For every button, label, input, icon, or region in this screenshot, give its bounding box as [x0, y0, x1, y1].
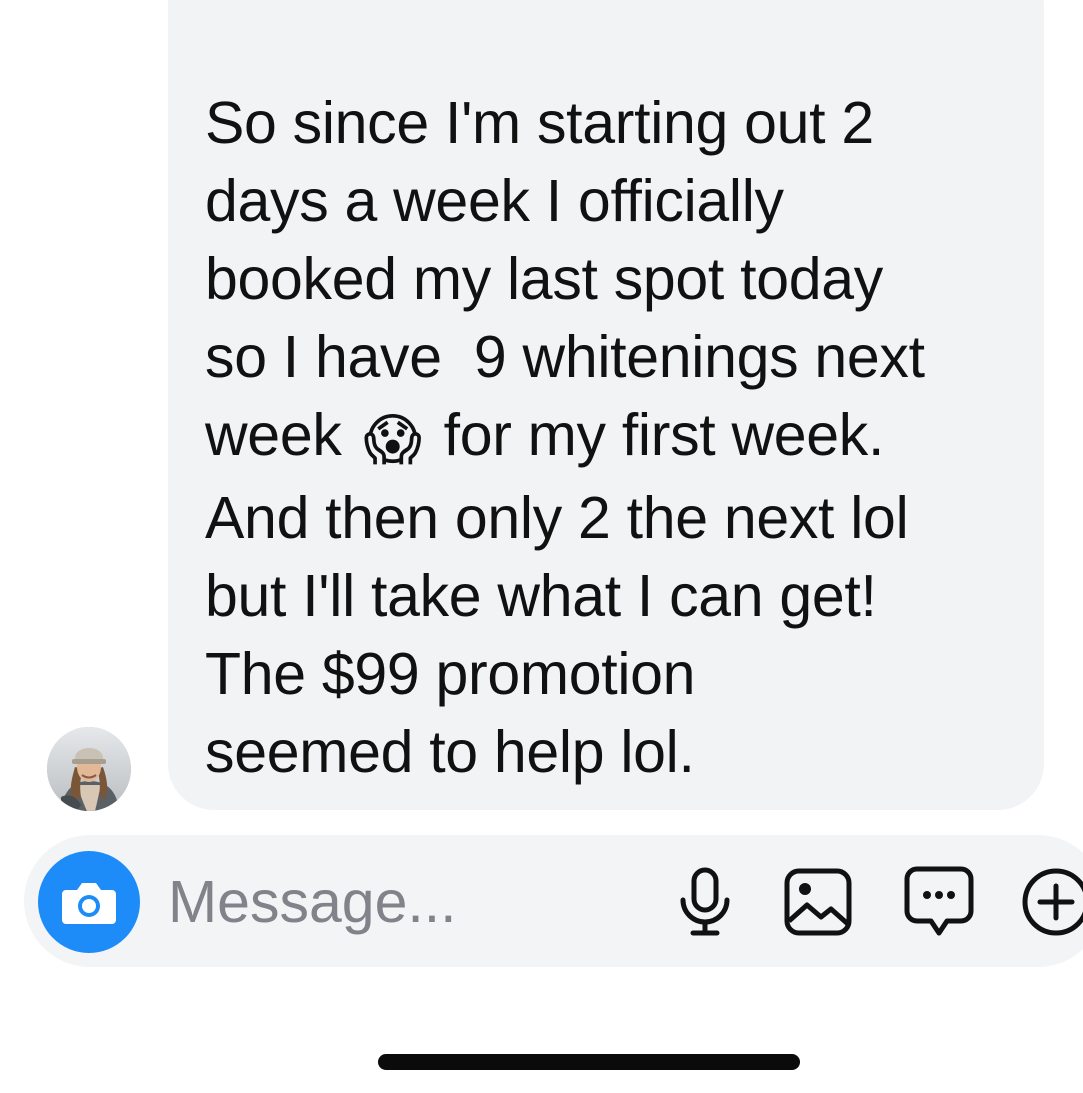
message-line: The $99 promotion: [205, 641, 696, 707]
message-line: And then only 2 the next lol: [205, 485, 909, 551]
avatar[interactable]: [47, 727, 131, 811]
voice-message-button[interactable]: [672, 866, 738, 938]
plus-circle-icon: [1022, 868, 1083, 936]
gallery-button[interactable]: [782, 866, 854, 938]
add-button[interactable]: [1018, 866, 1083, 938]
microphone-icon: [680, 867, 730, 936]
message-line: days a week I officially: [205, 168, 784, 234]
message-line: for my first week.: [443, 402, 885, 468]
message-line: So since I'm starting out 2: [205, 90, 874, 156]
message-line: so I have 9 whitenings next: [205, 324, 925, 390]
avatar-photo-icon: [47, 727, 131, 811]
camera-button[interactable]: [38, 851, 140, 953]
image-gallery-icon: [784, 868, 852, 936]
message-input[interactable]: [168, 864, 648, 940]
message-line-with-emoji: week 😱 for my first week.: [205, 396, 1005, 479]
camera-icon: [62, 883, 116, 924]
message-line: booked my last spot today: [205, 246, 883, 312]
message-line: seemed to help lol.: [205, 719, 695, 785]
home-indicator: [378, 1054, 800, 1070]
message-line: week: [205, 402, 342, 468]
message-text: So since I'm starting out 2 days a week …: [205, 84, 1005, 791]
chat-bubble-icon: [904, 866, 974, 936]
sticker-chat-button[interactable]: [902, 864, 976, 940]
screaming-face-emoji-icon: 😱: [363, 408, 422, 471]
message-line: but I'll take what I can get!: [205, 563, 877, 629]
